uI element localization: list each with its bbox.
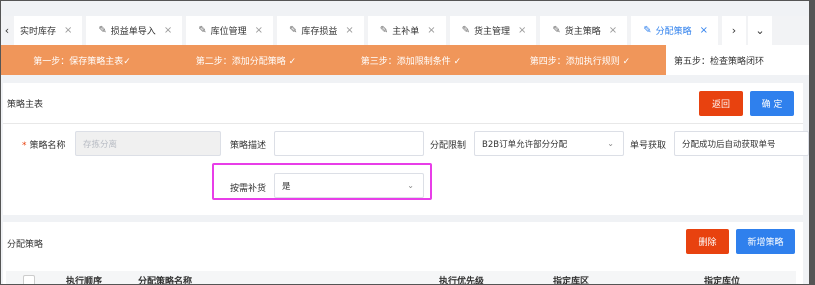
select-all-checkbox[interactable]	[23, 275, 35, 285]
tab-label: 货主策略	[564, 27, 601, 37]
close-icon[interactable]: ×	[164, 25, 172, 36]
col-exec-order[interactable]: 执行顺序	[66, 274, 102, 285]
col-priority[interactable]: 执行优先级	[439, 274, 484, 285]
tab-realtime-stock[interactable]: 实时库存 ×	[14, 16, 83, 45]
close-icon[interactable]: ×	[255, 25, 263, 36]
edit-icon: ✎	[461, 25, 470, 36]
step-3[interactable]: 第三步：添加限制条件 ✓	[328, 45, 494, 75]
tab-scroll-left-icon[interactable]: ‹	[0, 16, 14, 45]
tab-label: 损益单导入	[110, 27, 156, 37]
tab-stock-loss[interactable]: ✎ 库存损益 ×	[277, 16, 364, 45]
edit-icon: ✎	[379, 25, 389, 36]
confirm-button[interactable]: 确 定	[750, 91, 794, 116]
tab-alloc-strategy[interactable]: ✎ 分配策略 ×	[631, 16, 718, 45]
delete-button[interactable]: 删除	[686, 229, 729, 254]
order-no-label: 单号获取	[630, 141, 667, 151]
chevron-down-icon[interactable]: ⌄	[747, 16, 772, 45]
tab-label: 库位管理	[210, 27, 247, 37]
close-icon[interactable]: ×	[427, 25, 435, 36]
col-strategy-name[interactable]: 分配策略名称	[138, 274, 192, 285]
edit-icon: ✎	[289, 25, 298, 36]
edit-icon: ✎	[643, 25, 652, 36]
tab-label: 库存损益	[301, 27, 338, 37]
tab-location-mgmt[interactable]: ✎ 库位管理 ×	[186, 16, 273, 45]
tab-owner-strategy[interactable]: ✎ 货主策略 ×	[540, 16, 628, 45]
divider	[3, 123, 803, 124]
col-location[interactable]: 指定库位	[704, 274, 740, 285]
strategy-name-field[interactable]: 存拣分离	[75, 131, 221, 156]
tab-bar: ‹ 实时库存 × ✎ 损益单导入 × ✎ 库位管理 × ✎ 库存损益 × ✎ 主…	[0, 16, 809, 45]
section-title: 分配策略	[7, 240, 44, 250]
tab-label: 分配策略	[655, 27, 692, 37]
chevron-right-icon[interactable]: ›	[721, 16, 746, 45]
order-no-select[interactable]: 分配成功后自动获取单号	[674, 131, 809, 156]
edit-icon: ✎	[98, 25, 107, 36]
select-value: B2B订单允许部分分配	[482, 139, 568, 150]
back-button[interactable]: 返回	[699, 91, 743, 116]
edit-icon: ✎	[198, 25, 207, 36]
alloc-limit-label: 分配限制	[430, 141, 467, 151]
strategy-desc-field[interactable]	[274, 131, 424, 156]
tab-label: 货主管理	[473, 27, 510, 37]
strategy-desc-label: 策略描述	[230, 141, 267, 151]
add-strategy-button[interactable]: 新增策略	[736, 229, 795, 254]
alloc-limit-select[interactable]: B2B订单允许部分分配 ⌄	[474, 131, 624, 156]
strategy-name-label: * 策略名称	[22, 141, 66, 151]
alloc-table-header: 执行顺序 分配策略名称 执行优先级 指定库区 指定库位	[6, 271, 796, 285]
close-icon[interactable]: ×	[700, 25, 708, 36]
highlight-box	[212, 163, 432, 200]
section-title: 策略主表	[7, 100, 44, 110]
tab-loss-import[interactable]: ✎ 损益单导入 ×	[86, 16, 183, 45]
select-value: 分配成功后自动获取单号	[682, 139, 776, 150]
close-icon[interactable]: ×	[64, 25, 72, 36]
step-5[interactable]: 第五步：检查策略闭环	[666, 45, 809, 75]
close-icon[interactable]: ×	[345, 25, 353, 36]
step-4[interactable]: 第四步：添加执行规则 ✓	[494, 45, 666, 75]
edit-icon: ✎	[552, 25, 561, 36]
tab-label: 实时库存	[20, 27, 57, 37]
col-zone[interactable]: 指定库区	[553, 274, 589, 285]
chevron-down-icon: ⌄	[607, 139, 614, 148]
step-1[interactable]: 第一步：保存策略主表✓	[0, 45, 164, 75]
tab-owner-mgmt[interactable]: ✎ 货主管理 ×	[449, 16, 537, 45]
close-icon[interactable]: ×	[518, 25, 526, 36]
steps-bar: 第一步：保存策略主表✓ 第二步：添加分配策略 ✓ 第三步：添加限制条件 ✓ 第四…	[0, 45, 809, 75]
step-2[interactable]: 第二步：添加分配策略 ✓	[164, 45, 328, 75]
close-icon[interactable]: ×	[609, 25, 617, 36]
tab-label: 主补单	[392, 27, 420, 37]
tab-main-replenish[interactable]: ✎ 主补单 ×	[367, 16, 446, 45]
